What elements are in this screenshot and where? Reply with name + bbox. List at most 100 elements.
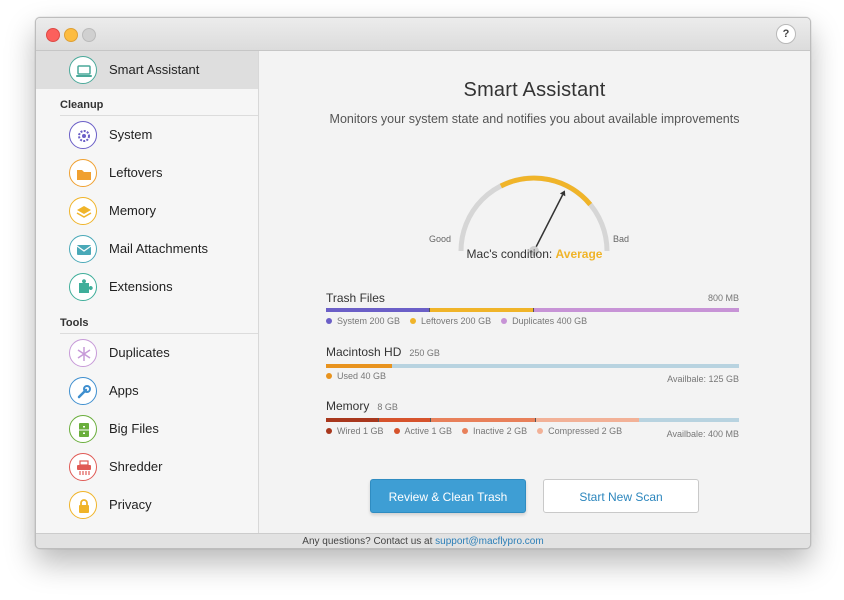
legend-item: Used 40 GB <box>326 371 386 381</box>
sidebar-item-label: Duplicates <box>109 345 170 360</box>
macintosh-hd-label: Macintosh HD <box>326 345 402 359</box>
snowflake-icon-glyph <box>77 347 91 361</box>
page-title: Smart Assistant <box>463 79 606 101</box>
sidebar: Smart Assistant Cleanup System Leftovers… <box>36 51 259 533</box>
bar-segment <box>326 418 378 422</box>
sidebar-item-memory[interactable]: Memory <box>36 192 258 230</box>
bar-segment <box>430 418 535 422</box>
trash-files-legend: System 200 GB Leftovers 200 GB Duplicates … <box>326 316 597 326</box>
sidebar-item-extensions[interactable]: Extensions <box>36 268 258 306</box>
zoom-window-button[interactable] <box>82 28 96 42</box>
layers-icon-glyph <box>76 206 92 218</box>
sidebar-item-label: System <box>109 127 153 142</box>
gauge-good-label: Good <box>429 234 452 244</box>
support-email-link[interactable]: support@macflypro.com <box>435 536 544 547</box>
condition-label: Mac's condition: <box>466 247 553 261</box>
legend-label: Active 1 GB <box>404 426 453 436</box>
footer-text: Any questions? Contact us at <box>302 536 433 547</box>
snowflake-icon <box>69 339 97 367</box>
app-window: ? Smart Assistant Cleanup System Leftove… <box>35 17 811 549</box>
condition-gauge <box>458 175 610 256</box>
trash-files-total: 800 MB <box>707 293 739 303</box>
folder-icon-glyph <box>77 170 91 180</box>
gauge-needle <box>533 194 564 252</box>
wrench-icon <box>69 377 97 405</box>
laptop-icon-glyph <box>76 65 92 77</box>
sidebar-item-privacy[interactable]: Privacy <box>36 486 258 524</box>
mac-condition: Mac's condition: Average <box>259 247 810 261</box>
bar-segment <box>326 308 429 312</box>
legend-dot <box>326 318 332 324</box>
footer: Any questions? Contact us at support@mac… <box>36 533 810 548</box>
sidebar-item-mail-attachments[interactable]: Mail Attachments <box>36 230 258 268</box>
bar-segment <box>534 418 639 422</box>
legend-item: Duplicates 400 GB <box>501 316 587 326</box>
cabinet-icon-glyph <box>79 423 89 437</box>
sidebar-item-shredder[interactable]: Shredder <box>36 448 258 486</box>
macintosh-hd-size: 250 GB <box>409 348 440 358</box>
legend-item: Active 1 GB <box>393 426 453 436</box>
laptop-icon <box>69 56 97 84</box>
sidebar-item-smart-assistant[interactable]: Smart Assistant <box>36 51 258 89</box>
trash-files-title: Trash Files <box>326 291 385 305</box>
close-window-button[interactable] <box>46 28 60 42</box>
sidebar-item-system[interactable]: System <box>36 116 258 154</box>
main-panel: Smart Assistant Monitors your system sta… <box>259 51 810 533</box>
lock-icon-glyph <box>79 499 89 513</box>
sidebar-item-leftovers[interactable]: Leftovers <box>36 154 258 192</box>
minimize-window-button[interactable] <box>64 28 78 42</box>
bar-segment <box>377 418 431 422</box>
trash-files-bar <box>326 308 739 312</box>
memory-title: Memory 8 GB <box>326 399 398 413</box>
memory-label: Memory <box>326 399 370 413</box>
puzzle-icon <box>69 273 97 301</box>
review-clean-trash-button[interactable]: Review & Clean Trash <box>370 479 526 513</box>
puzzle-icon-glyph <box>79 279 93 293</box>
memory-available: Availbale: 400 MB <box>666 429 739 439</box>
legend-dot <box>326 373 332 379</box>
sidebar-item-label: Privacy <box>109 497 152 512</box>
legend-label: Inactive 2 GB <box>473 426 528 436</box>
macintosh-hd-bar <box>326 364 739 368</box>
legend-dot <box>410 318 417 324</box>
sidebar-item-apps[interactable]: Apps <box>36 372 258 410</box>
legend-dot <box>537 428 544 434</box>
lock-icon <box>69 491 97 519</box>
mail-icon <box>69 235 97 263</box>
macintosh-hd-available: Availbale: 125 GB <box>667 374 739 384</box>
macintosh-hd-legend: Used 40 GB <box>326 371 396 381</box>
legend-label: Used 40 GB <box>337 371 387 381</box>
start-new-scan-button[interactable]: Start New Scan <box>543 479 699 513</box>
sidebar-item-duplicates[interactable]: Duplicates <box>36 334 258 372</box>
legend-item: Leftovers 200 GB <box>410 316 491 326</box>
shredder-icon-glyph <box>77 460 91 475</box>
memory-legend: Wired 1 GB Active 1 GB Inactive 2 GB Compre… <box>326 426 632 436</box>
folder-icon <box>69 159 97 187</box>
legend-item: Compressed 2 GB <box>537 426 622 436</box>
layers-icon <box>69 197 97 225</box>
legend-dot <box>326 428 332 434</box>
bar-segment <box>428 308 533 312</box>
shredder-icon <box>69 453 97 481</box>
memory-size: 8 GB <box>377 402 398 412</box>
legend-item: Inactive 2 GB <box>462 426 527 436</box>
gauge-bad-label: Bad <box>613 234 630 244</box>
section-title-cleanup: Cleanup <box>60 99 104 111</box>
memory-bar <box>326 418 739 422</box>
gauge-track <box>458 175 610 252</box>
macintosh-hd-title: Macintosh HD 250 GB <box>326 345 440 359</box>
mail-icon-glyph <box>76 245 92 255</box>
sidebar-item-label: Smart Assistant <box>109 62 200 77</box>
legend-label: Leftovers 200 GB <box>421 316 492 326</box>
wrench-icon-glyph <box>77 385 91 399</box>
sidebar-item-big-files[interactable]: Big Files <box>36 410 258 448</box>
bar-segment <box>532 308 739 312</box>
legend-item: Wired 1 GB <box>326 426 384 436</box>
help-button[interactable]: ? <box>776 24 796 44</box>
legend-dot <box>393 428 400 434</box>
gear-icon-glyph <box>78 130 90 142</box>
sidebar-item-label: Memory <box>109 203 156 218</box>
title-bar: ? <box>36 18 810 51</box>
legend-label: Wired 1 GB <box>337 426 384 436</box>
legend-item: System 200 GB <box>326 316 400 326</box>
